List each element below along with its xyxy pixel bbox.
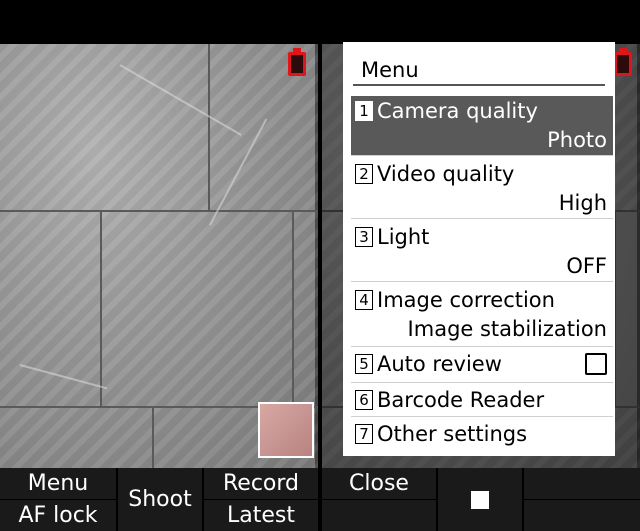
menu-item-auto-review[interactable]: 5 Auto review — [351, 349, 613, 383]
empty-softkey — [524, 468, 640, 499]
menu-item-barcode-reader[interactable]: 6 Barcode Reader — [351, 385, 613, 417]
menu-item-value: High — [558, 191, 607, 215]
menu-item-video-quality[interactable]: 2 Video quality High — [351, 159, 613, 219]
menu-item-value: Photo — [547, 128, 607, 152]
menu-item-label: Video quality — [377, 162, 515, 186]
stone-tile — [100, 210, 294, 408]
menu-item-label: Camera quality — [377, 99, 538, 123]
menu-item-other-settings[interactable]: 7 Other settings — [351, 419, 613, 451]
stone-tile — [0, 44, 210, 212]
battery-low-icon — [288, 48, 306, 76]
number-badge: 1 — [355, 101, 373, 121]
menu-item-label: Image correction — [377, 288, 555, 312]
record-softkey[interactable]: Record — [204, 468, 318, 499]
shoot-softkey[interactable]: Shoot — [118, 468, 202, 531]
softkey-bar: Close — [322, 468, 640, 531]
number-badge: 5 — [355, 354, 373, 374]
number-badge: 6 — [355, 390, 373, 410]
menu-title: Menu — [353, 56, 605, 86]
number-badge: 7 — [355, 424, 373, 444]
menu-item-label: Auto review — [377, 352, 502, 376]
menu-item-label: Other settings — [377, 422, 528, 446]
latest-softkey[interactable]: Latest — [204, 500, 318, 531]
settings-menu: Menu 1 Camera quality Photo 2 Video qualit… — [343, 42, 615, 456]
menu-item-label: Barcode Reader — [377, 388, 545, 412]
empty-softkey — [322, 500, 436, 531]
battery-low-icon — [614, 48, 632, 76]
stone-tile — [0, 406, 154, 468]
menu-item-value: OFF — [566, 254, 607, 278]
auto-review-checkbox[interactable] — [585, 353, 607, 375]
empty-softkey — [524, 500, 640, 531]
stone-tile — [0, 210, 102, 408]
number-badge: 4 — [355, 290, 373, 310]
menu-item-image-correction[interactable]: 4 Image correction Image stabilization — [351, 285, 613, 347]
stone-tile — [292, 210, 318, 408]
softkey-bar: Menu AF lock Shoot Record Latest — [0, 468, 318, 531]
close-softkey[interactable]: Close — [322, 468, 436, 499]
af-lock-softkey[interactable]: AF lock — [0, 500, 116, 531]
latest-photo-thumbnail[interactable] — [258, 402, 314, 458]
stop-icon — [471, 490, 489, 509]
number-badge: 2 — [355, 164, 373, 184]
menu-item-value: Image stabilization — [407, 317, 607, 341]
menu-item-label: Light — [377, 225, 430, 249]
menu-item-camera-quality[interactable]: 1 Camera quality Photo — [351, 96, 613, 156]
number-badge: 3 — [355, 227, 373, 247]
stop-softkey[interactable] — [438, 468, 522, 531]
menu-item-light[interactable]: 3 Light OFF — [351, 222, 613, 282]
menu-softkey[interactable]: Menu — [0, 468, 116, 499]
camera-viewfinder-screen: Menu AF lock Shoot Record Latest — [0, 0, 318, 531]
